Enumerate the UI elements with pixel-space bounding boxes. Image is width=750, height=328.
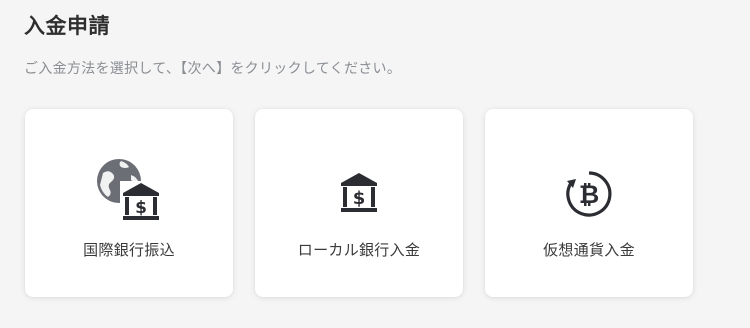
method-label: 仮想通貨入金 — [543, 241, 635, 259]
method-card-local-bank[interactable]: $ ローカル銀行入金 — [255, 109, 463, 297]
method-card-crypto[interactable]: ₿ 仮想通貨入金 — [485, 109, 693, 297]
globe-bank-icon: $ — [93, 153, 165, 225]
method-card-international-transfer[interactable]: $ 国際銀行振込 — [25, 109, 233, 297]
method-label: ローカル銀行入金 — [297, 241, 421, 259]
svg-text:₿: ₿ — [579, 180, 599, 209]
page-title: 入金申請 — [24, 14, 110, 38]
bank-icon: $ — [339, 171, 379, 215]
bitcoin-icon: ₿ — [564, 169, 614, 219]
payment-method-list: $ 国際銀行振込 $ ローカル銀行入金 ₿ 仮想通貨入金 — [25, 109, 693, 297]
svg-text:$: $ — [135, 198, 147, 218]
instruction-text: ご入金方法を選択して、【次へ】をクリックしてください。 — [24, 61, 402, 77]
method-label: 国際銀行振込 — [83, 241, 175, 259]
svg-text:$: $ — [353, 188, 366, 209]
